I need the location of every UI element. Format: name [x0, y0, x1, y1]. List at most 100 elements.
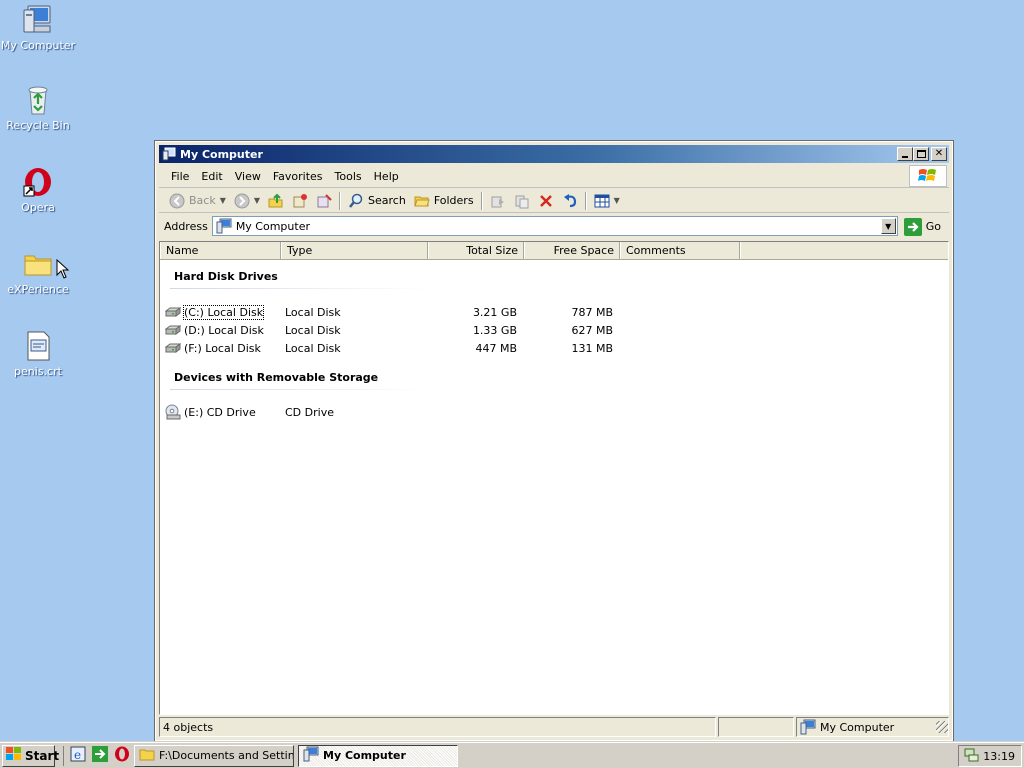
column-header-comments[interactable]: Comments [620, 242, 740, 259]
go-label: Go [925, 219, 941, 233]
hard-drive-icon [164, 322, 182, 338]
desktop-icon-recycle-bin[interactable]: Recycle Bin [0, 84, 76, 132]
minimize-icon [902, 156, 908, 158]
move-to-button[interactable] [288, 190, 312, 212]
menu-help[interactable]: Help [368, 168, 405, 185]
drive-name: (C:) Local Disk [182, 304, 265, 320]
chevron-down-icon: ▼ [253, 196, 261, 205]
drive-name: (F:) Local Disk [184, 341, 261, 355]
file-list-pane[interactable]: Name Type Total Size Free Space Comments… [159, 241, 949, 715]
clock[interactable]: 13:19 [983, 750, 1015, 763]
status-size-pane [718, 717, 794, 737]
system-tray: 13:19 [958, 745, 1022, 767]
table-row[interactable]: (C:) Local Disk Local Disk 3.21 GB 787 M… [160, 303, 948, 321]
column-header-total-size[interactable]: Total Size [428, 242, 524, 259]
drive-free-space: 131 MB [571, 341, 613, 355]
show-desktop-icon[interactable] [92, 746, 108, 765]
close-icon: ✕ [934, 148, 944, 159]
table-row[interactable]: (E:) CD Drive CD Drive [160, 403, 948, 421]
start-label: Start [25, 748, 60, 763]
taskbar: Start e F:\Documents and Settin... My Co… [0, 741, 1024, 768]
up-folder-button[interactable] [264, 190, 288, 212]
start-button[interactable]: Start [2, 744, 59, 767]
go-button[interactable]: Go [898, 218, 949, 236]
column-header-row: Name Type Total Size Free Space Comments [160, 242, 948, 260]
menu-file[interactable]: File [165, 168, 195, 185]
window-title: My Computer [180, 147, 263, 161]
drive-total-size: 1.33 GB [472, 323, 517, 337]
table-row[interactable]: (F:) Local Disk Local Disk 447 MB 131 MB [160, 339, 948, 357]
svg-text:e: e [74, 748, 81, 762]
taskbar-button-documents[interactable]: F:\Documents and Settin... [134, 744, 294, 767]
desktop-icon-opera[interactable]: Opera [0, 166, 76, 214]
forward-button[interactable]: ▼ [230, 190, 264, 212]
search-button[interactable]: Search [344, 190, 410, 212]
chevron-down-icon: ▼ [613, 196, 620, 205]
address-dropdown-button[interactable]: ▼ [880, 218, 896, 234]
go-arrow-icon [903, 218, 922, 236]
my-computer-window[interactable]: My Computer ✕ File Edit View Favorites T… [154, 140, 954, 742]
drive-type: Local Disk [285, 341, 341, 355]
column-header-name[interactable]: Name [160, 242, 281, 259]
my-computer-icon [162, 147, 176, 161]
close-button[interactable]: ✕ [931, 147, 947, 161]
network-tray-icon[interactable] [963, 747, 979, 766]
address-input[interactable]: My Computer ▼ [211, 216, 898, 236]
status-object-count: 4 objects [163, 720, 214, 734]
folders-label: Folders [433, 194, 474, 207]
drive-name: (D:) Local Disk [184, 323, 264, 337]
column-header-filler [740, 242, 948, 259]
opera-icon[interactable] [114, 746, 130, 765]
desktop-icon-penis-crt[interactable]: penis.crt [0, 330, 76, 378]
delete-button[interactable] [534, 190, 558, 212]
status-location: My Computer [820, 720, 895, 734]
address-bar: Address My Computer ▼ Go [159, 214, 949, 238]
chevron-down-icon: ▼ [219, 196, 226, 205]
chevron-down-icon: ▼ [885, 221, 892, 231]
copy-button[interactable] [510, 190, 534, 212]
copy-to-button[interactable] [312, 190, 336, 212]
menu-view[interactable]: View [229, 168, 267, 185]
desktop-icon-my-computer[interactable]: My Computer [0, 4, 76, 52]
address-value: My Computer [235, 219, 310, 233]
minimize-button[interactable] [897, 147, 913, 161]
desktop-icon-label: My Computer [0, 39, 76, 52]
taskbar-button-my-computer[interactable]: My Computer [298, 744, 458, 767]
forward-arrow-icon [234, 193, 250, 209]
table-row[interactable]: (D:) Local Disk Local Disk 1.33 GB 627 M… [160, 321, 948, 339]
folders-icon [414, 193, 430, 209]
drive-total-size: 3.21 GB [472, 305, 517, 319]
taskbar-button-label: F:\Documents and Settin... [159, 749, 294, 762]
certificate-file-icon [22, 330, 54, 362]
back-arrow-icon [169, 193, 185, 209]
resize-grip-icon[interactable] [936, 721, 948, 733]
views-button[interactable]: ▼ [590, 190, 624, 212]
search-icon [348, 193, 364, 209]
menu-favorites[interactable]: Favorites [267, 168, 329, 185]
move-button[interactable] [486, 190, 510, 212]
title-bar[interactable]: My Computer ✕ [159, 145, 949, 163]
folders-button[interactable]: Folders [410, 190, 478, 212]
back-button[interactable]: Back ▼ [165, 190, 230, 212]
maximize-button[interactable] [913, 147, 929, 161]
menu-edit[interactable]: Edit [195, 168, 228, 185]
quick-launch: e [63, 745, 130, 766]
toolbar-separator [480, 191, 483, 210]
search-label: Search [368, 194, 406, 207]
status-zone: My Computer [796, 717, 949, 737]
undo-button[interactable] [558, 190, 582, 212]
menu-bar: File Edit View Favorites Tools Help [159, 165, 949, 188]
windows-logo-icon [6, 747, 22, 764]
my-computer-icon [800, 719, 816, 735]
desktop-icon-label: Recycle Bin [6, 119, 70, 132]
cd-drive-icon [165, 404, 181, 420]
standard-toolbar: Back ▼ ▼ Search Folders ▼ [159, 189, 949, 213]
internet-explorer-icon[interactable]: e [70, 746, 86, 765]
menu-tools[interactable]: Tools [329, 168, 368, 185]
drive-type: Local Disk [285, 323, 341, 337]
hard-drive-icon [164, 340, 182, 356]
address-label: Address [164, 219, 208, 233]
column-header-free-space[interactable]: Free Space [524, 242, 620, 259]
toolbar-separator [339, 191, 342, 210]
column-header-type[interactable]: Type [281, 242, 428, 259]
